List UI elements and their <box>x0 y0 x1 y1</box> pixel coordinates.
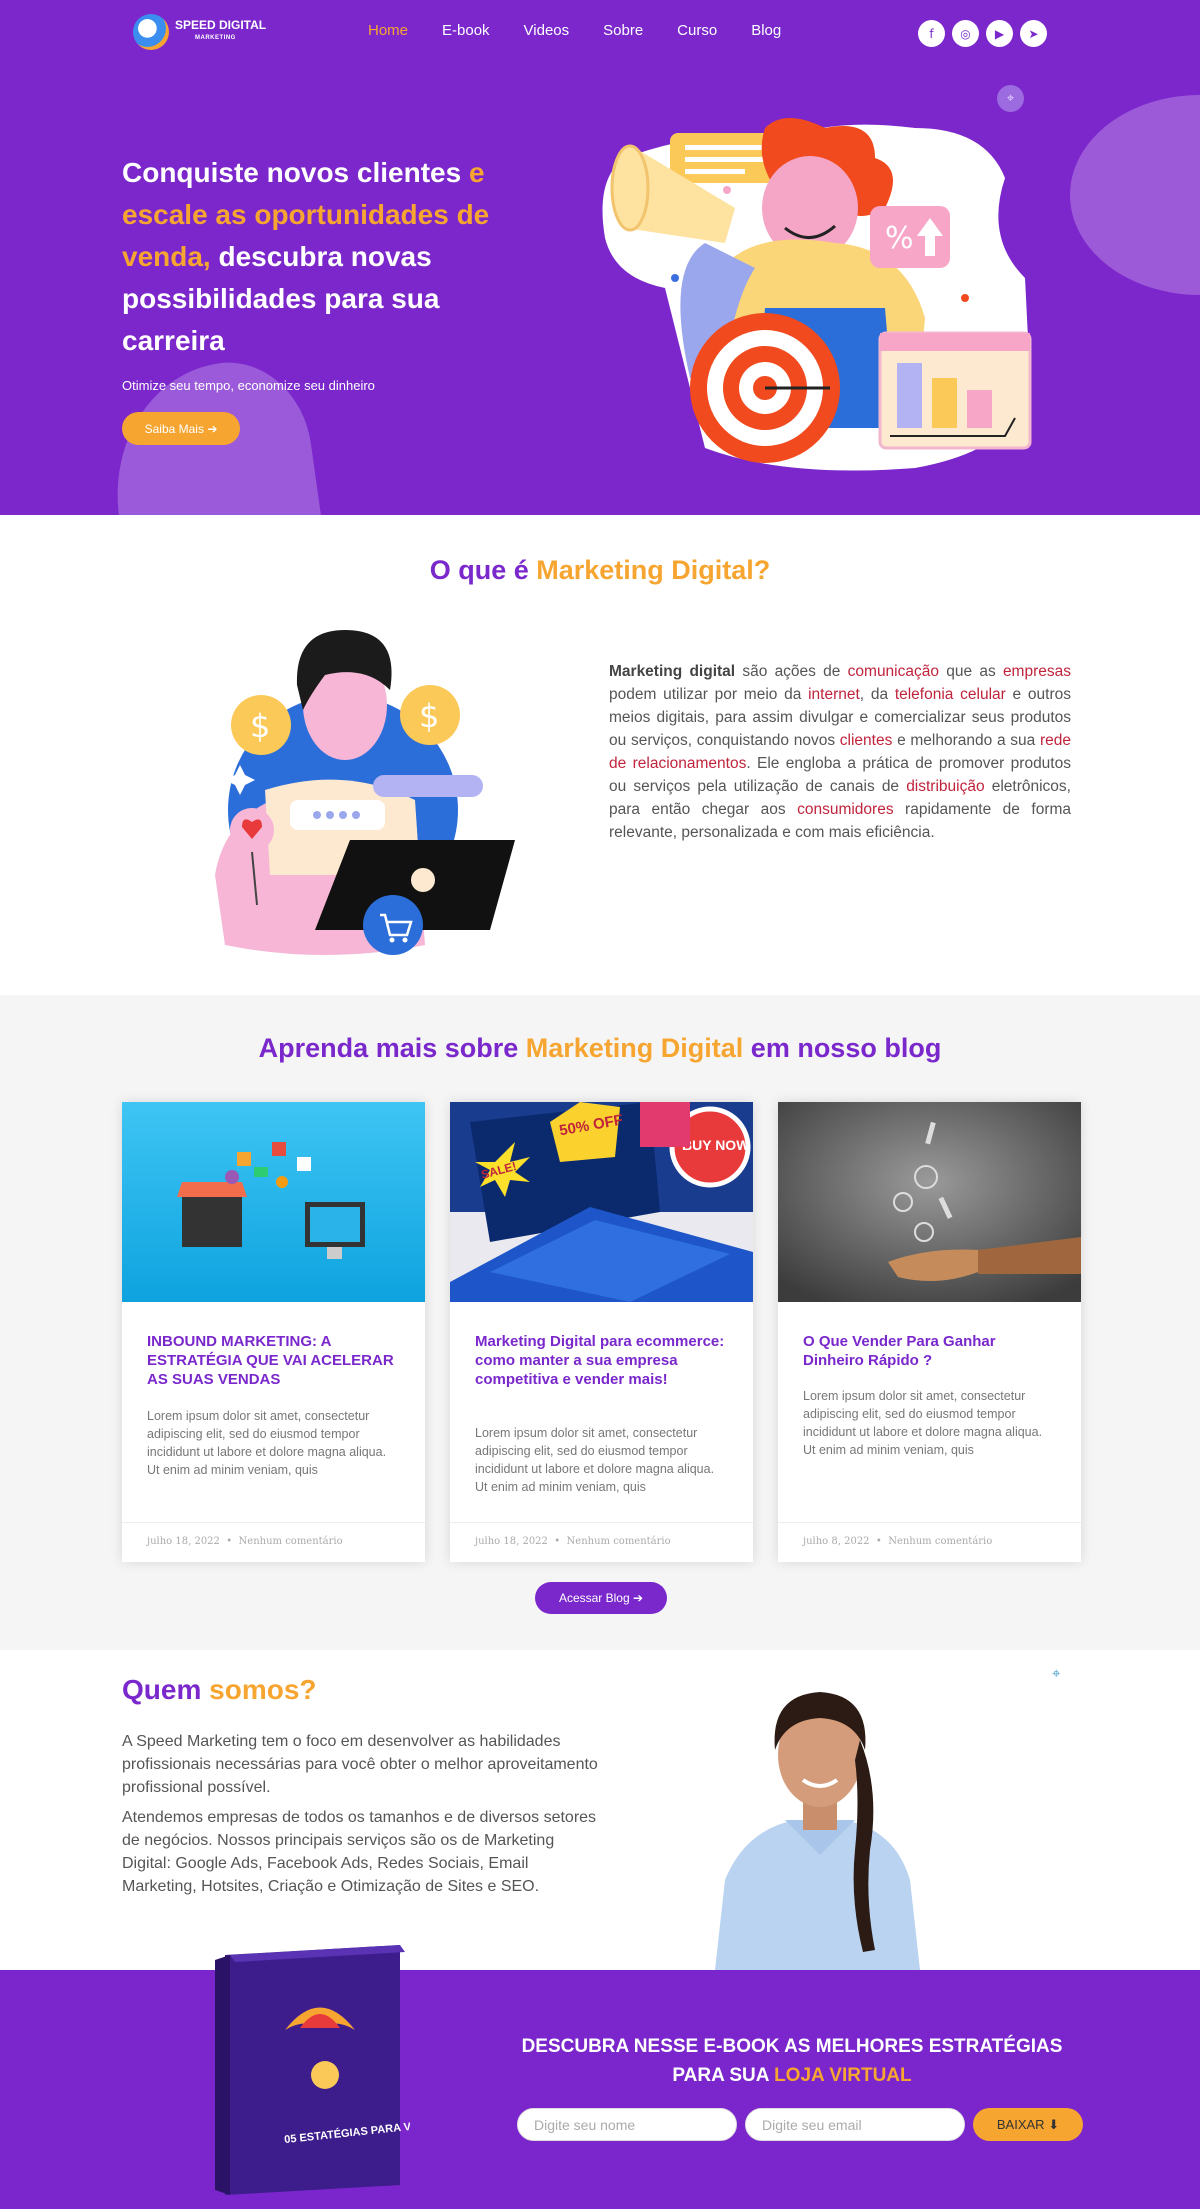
brand-tagline: MARKETING <box>195 35 236 41</box>
name-input[interactable]: Digite seu nome <box>517 2108 737 2141</box>
about-section: Quem somos? A Speed Marketing tem o foco… <box>0 1650 1200 1970</box>
saiba-mais-button[interactable]: Saiba Mais ➔ <box>122 412 240 445</box>
top-nav: SPEED DIGITAL MARKETING Home E-book Vide… <box>0 0 1200 64</box>
svg-text:%: % <box>885 221 914 256</box>
marketing-illustration: % <box>602 118 1032 471</box>
blog-card-meta: julho 8, 2022 • Nenhum comentário <box>778 1522 1081 1562</box>
what-is-description: Marketing digital são ações de comunicaç… <box>609 660 1071 844</box>
description-text: , da <box>859 686 895 703</box>
brand-logo[interactable]: SPEED DIGITAL MARKETING <box>133 14 266 50</box>
about-paragraph: A Speed Marketing tem o foco em desenvol… <box>122 1733 598 1796</box>
description-text: são ações de <box>735 663 848 680</box>
description-text: podem utilizar por meio da <box>609 686 809 703</box>
decorative-blob <box>1070 95 1200 295</box>
facebook-icon[interactable]: f <box>918 20 945 47</box>
team-member-photo <box>715 1692 920 1970</box>
ebook-section: 05 ESTATÉGIAS PARA VENDER MUITO DESCUBRA… <box>0 1945 1200 2209</box>
nav-home[interactable]: Home <box>368 22 408 39</box>
section-title: O que é Marketing Digital? <box>429 555 771 585</box>
nav-curso[interactable]: Curso <box>677 22 717 39</box>
keyword-link[interactable]: internet <box>808 686 860 703</box>
ebook-title: DESCUBRA NESSE E-BOOK AS MELHORES ESTRAT… <box>521 2036 1063 2086</box>
instagram-icon[interactable]: ◎ <box>952 20 979 47</box>
blog-thumbnail[interactable]: SALE! 50% OFF BUY NOW <box>450 1102 753 1302</box>
blog-thumbnail[interactable] <box>778 1102 1081 1302</box>
keyword-link[interactable]: distribuição <box>906 778 984 795</box>
visual-search-icon[interactable]: ⌖ <box>997 85 1024 112</box>
youtube-icon[interactable]: ▶ <box>986 20 1013 47</box>
download-button[interactable]: BAIXAR ⬇ <box>973 2108 1083 2141</box>
ebook-cover: 05 ESTATÉGIAS PARA VENDER MUITO <box>215 1945 410 2195</box>
description-text: Marketing digital <box>609 663 736 680</box>
arrow-right-icon: ➔ <box>632 1591 644 1605</box>
nav-sobre[interactable]: Sobre <box>603 22 643 39</box>
keyword-link[interactable]: empresas <box>1003 663 1071 680</box>
svg-text:$: $ <box>250 707 270 745</box>
ecommerce-illustration: $ $ <box>215 630 515 955</box>
blog-card-meta: julho 18, 2022 • Nenhum comentário <box>122 1522 425 1562</box>
nav-ebook[interactable]: E-book <box>442 22 490 39</box>
arrow-right-icon: ➔ <box>207 421 218 436</box>
description-text: que as <box>938 663 1003 680</box>
keyword-link[interactable]: comunicação <box>848 663 939 680</box>
main-menu: Home E-book Videos Sobre Curso Blog <box>368 22 815 39</box>
blog-card-title[interactable]: INBOUND MARKETING: A ESTRATÉGIA QUE VAI … <box>147 1332 402 1389</box>
blog-card-title[interactable]: O Que Vender Para Ganhar Dinheiro Rápido… <box>803 1332 1058 1370</box>
telegram-icon[interactable]: ➤ <box>1020 20 1047 47</box>
blog-card[interactable]: O Que Vender Para Ganhar Dinheiro Rápido… <box>778 1102 1081 1562</box>
hero-subtitle: Otimize seu tempo, economize seu dinheir… <box>122 378 375 393</box>
keyword-link[interactable]: clientes <box>840 732 893 749</box>
section-title: Quem somos? <box>122 1674 317 1705</box>
about-paragraph: Atendemos empresas de todos os tamanhos … <box>122 1809 597 1895</box>
blog-card-meta: julho 18, 2022 • Nenhum comentário <box>450 1522 753 1562</box>
download-icon: ⬇ <box>1048 2116 1060 2132</box>
description-text: e melhorando a sua <box>892 732 1040 749</box>
brand-name: SPEED DIGITAL <box>175 18 267 32</box>
hero-section: SPEED DIGITAL MARKETING Home E-book Vide… <box>0 0 1200 515</box>
email-input[interactable]: Digite seu email <box>745 2108 965 2141</box>
blog-card-title[interactable]: Marketing Digital para ecommerce: como m… <box>475 1332 730 1389</box>
svg-text:BUY NOW: BUY NOW <box>682 1137 750 1153</box>
access-blog-button[interactable]: Acessar Blog ➔ <box>535 1582 667 1614</box>
what-is-section: O que é Marketing Digital? $ $ Marketing… <box>0 515 1200 995</box>
blog-card-excerpt: Lorem ipsum dolor sit amet, consectetur … <box>475 1426 715 1494</box>
svg-text:$: $ <box>419 697 439 735</box>
nav-blog[interactable]: Blog <box>751 22 781 39</box>
hero-title: Conquiste novos clientes e escale as opo… <box>122 157 490 356</box>
blog-thumbnail[interactable] <box>122 1102 425 1302</box>
blog-card-excerpt: Lorem ipsum dolor sit amet, consectetur … <box>147 1409 387 1477</box>
keyword-link[interactable]: consumidores <box>797 801 894 818</box>
keyword-link[interactable]: telefonia celular <box>895 686 1006 703</box>
logo-globe-icon <box>133 14 169 50</box>
social-links: f ◎ ▶ ➤ <box>918 20 1047 47</box>
blog-card[interactable]: SALE! 50% OFF BUY NOW Marketing Digital … <box>450 1102 753 1562</box>
blog-card[interactable]: INBOUND MARKETING: A ESTRATÉGIA QUE VAI … <box>122 1102 425 1562</box>
blog-card-excerpt: Lorem ipsum dolor sit amet, consectetur … <box>803 1389 1043 1457</box>
visual-search-icon[interactable]: ⌖ <box>1052 1664 1060 1682</box>
blog-section: Aprenda mais sobre Marketing Digital em … <box>0 995 1200 1650</box>
nav-videos[interactable]: Videos <box>524 22 570 39</box>
section-title: Aprenda mais sobre Marketing Digital em … <box>258 1033 942 1063</box>
